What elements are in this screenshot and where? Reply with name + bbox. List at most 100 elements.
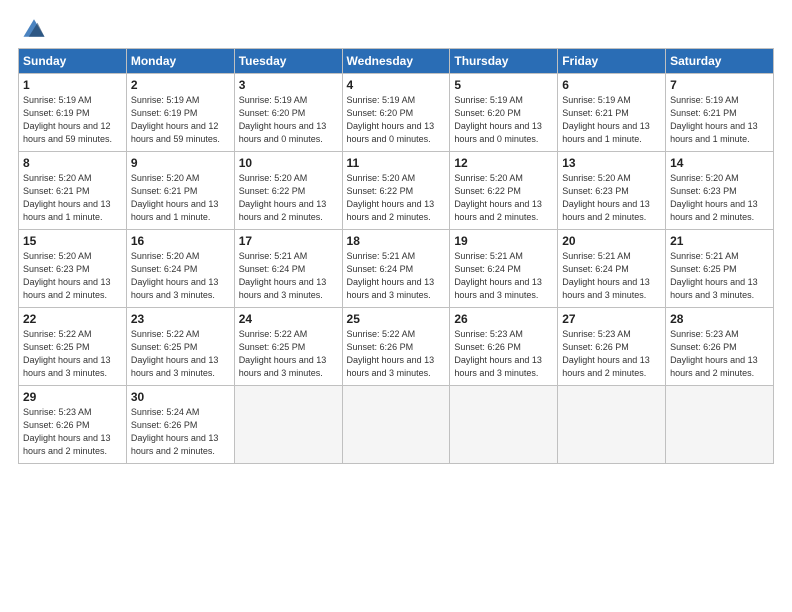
day-number: 13: [562, 156, 661, 170]
day-number: 10: [239, 156, 338, 170]
day-cell: 8 Sunrise: 5:20 AMSunset: 6:21 PMDaylight…: [19, 152, 127, 230]
day-number: 28: [670, 312, 769, 326]
empty-cell: [342, 386, 450, 464]
day-info: Sunrise: 5:21 AMSunset: 6:24 PMDaylight …: [454, 250, 553, 302]
day-cell: 27 Sunrise: 5:23 AMSunset: 6:26 PMDayligh…: [558, 308, 666, 386]
day-cell: 18 Sunrise: 5:21 AMSunset: 6:24 PMDayligh…: [342, 230, 450, 308]
day-info: Sunrise: 5:20 AMSunset: 6:22 PMDaylight …: [347, 172, 446, 224]
day-number: 1: [23, 78, 122, 92]
day-info: Sunrise: 5:23 AMSunset: 6:26 PMDaylight …: [23, 406, 122, 458]
day-info: Sunrise: 5:20 AMSunset: 6:23 PMDaylight …: [23, 250, 122, 302]
day-info: Sunrise: 5:20 AMSunset: 6:24 PMDaylight …: [131, 250, 230, 302]
day-info: Sunrise: 5:22 AMSunset: 6:25 PMDaylight …: [239, 328, 338, 380]
col-header-thursday: Thursday: [450, 49, 558, 74]
day-number: 14: [670, 156, 769, 170]
day-number: 29: [23, 390, 122, 404]
day-number: 27: [562, 312, 661, 326]
day-cell: 12 Sunrise: 5:20 AMSunset: 6:22 PMDayligh…: [450, 152, 558, 230]
day-info: Sunrise: 5:20 AMSunset: 6:22 PMDaylight …: [239, 172, 338, 224]
day-number: 21: [670, 234, 769, 248]
day-cell: 9 Sunrise: 5:20 AMSunset: 6:21 PMDaylight…: [126, 152, 234, 230]
day-number: 2: [131, 78, 230, 92]
day-number: 22: [23, 312, 122, 326]
page: SundayMondayTuesdayWednesdayThursdayFrid…: [0, 0, 792, 612]
day-number: 25: [347, 312, 446, 326]
day-cell: 25 Sunrise: 5:22 AMSunset: 6:26 PMDayligh…: [342, 308, 450, 386]
day-number: 11: [347, 156, 446, 170]
day-info: Sunrise: 5:20 AMSunset: 6:22 PMDaylight …: [454, 172, 553, 224]
day-info: Sunrise: 5:19 AMSunset: 6:19 PMDaylight …: [131, 94, 230, 146]
day-info: Sunrise: 5:21 AMSunset: 6:25 PMDaylight …: [670, 250, 769, 302]
day-info: Sunrise: 5:22 AMSunset: 6:26 PMDaylight …: [347, 328, 446, 380]
day-cell: 28 Sunrise: 5:23 AMSunset: 6:26 PMDayligh…: [666, 308, 774, 386]
day-number: 15: [23, 234, 122, 248]
day-cell: 17 Sunrise: 5:21 AMSunset: 6:24 PMDayligh…: [234, 230, 342, 308]
day-info: Sunrise: 5:21 AMSunset: 6:24 PMDaylight …: [239, 250, 338, 302]
day-number: 5: [454, 78, 553, 92]
col-header-wednesday: Wednesday: [342, 49, 450, 74]
day-info: Sunrise: 5:24 AMSunset: 6:26 PMDaylight …: [131, 406, 230, 458]
day-cell: 13 Sunrise: 5:20 AMSunset: 6:23 PMDayligh…: [558, 152, 666, 230]
day-cell: 26Sunrise: 5:23 AMSunset: 6:26 PMDayligh…: [450, 308, 558, 386]
day-info: Sunrise: 5:21 AMSunset: 6:24 PMDaylight …: [347, 250, 446, 302]
day-cell: 15 Sunrise: 5:20 AMSunset: 6:23 PMDayligh…: [19, 230, 127, 308]
day-info: Sunrise: 5:19 AMSunset: 6:20 PMDaylight …: [239, 94, 338, 146]
day-info: Sunrise: 5:22 AMSunset: 6:25 PMDaylight …: [23, 328, 122, 380]
col-header-friday: Friday: [558, 49, 666, 74]
day-number: 20: [562, 234, 661, 248]
calendar-week-row: 15 Sunrise: 5:20 AMSunset: 6:23 PMDayligh…: [19, 230, 774, 308]
day-number: 19: [454, 234, 553, 248]
day-cell: 16 Sunrise: 5:20 AMSunset: 6:24 PMDayligh…: [126, 230, 234, 308]
header: [18, 10, 774, 42]
day-cell: 4Sunrise: 5:19 AMSunset: 6:20 PMDaylight…: [342, 74, 450, 152]
day-number: 8: [23, 156, 122, 170]
day-number: 3: [239, 78, 338, 92]
day-cell: 5 Sunrise: 5:19 AMSunset: 6:20 PMDaylight…: [450, 74, 558, 152]
calendar-table: SundayMondayTuesdayWednesdayThursdayFrid…: [18, 48, 774, 464]
day-info: Sunrise: 5:23 AMSunset: 6:26 PMDaylight …: [670, 328, 769, 380]
day-cell: 1 Sunrise: 5:19 AMSunset: 6:19 PMDaylight…: [19, 74, 127, 152]
day-info: Sunrise: 5:23 AMSunset: 6:26 PMDaylight …: [562, 328, 661, 380]
day-number: 30: [131, 390, 230, 404]
day-number: 16: [131, 234, 230, 248]
col-header-sunday: Sunday: [19, 49, 127, 74]
day-cell: 11 Sunrise: 5:20 AMSunset: 6:22 PMDayligh…: [342, 152, 450, 230]
calendar-week-row: 1 Sunrise: 5:19 AMSunset: 6:19 PMDaylight…: [19, 74, 774, 152]
day-info: Sunrise: 5:19 AMSunset: 6:21 PMDaylight …: [670, 94, 769, 146]
day-number: 12: [454, 156, 553, 170]
day-info: Sunrise: 5:21 AMSunset: 6:24 PMDaylight …: [562, 250, 661, 302]
day-number: 7: [670, 78, 769, 92]
day-cell: 6 Sunrise: 5:19 AMSunset: 6:21 PMDaylight…: [558, 74, 666, 152]
day-number: 6: [562, 78, 661, 92]
day-cell: 19 Sunrise: 5:21 AMSunset: 6:24 PMDayligh…: [450, 230, 558, 308]
day-info: Sunrise: 5:23 AMSunset: 6:26 PMDaylight …: [454, 328, 553, 380]
empty-cell: [450, 386, 558, 464]
day-info: Sunrise: 5:20 AMSunset: 6:21 PMDaylight …: [131, 172, 230, 224]
calendar-week-row: 22 Sunrise: 5:22 AMSunset: 6:25 PMDayligh…: [19, 308, 774, 386]
calendar-week-row: 8 Sunrise: 5:20 AMSunset: 6:21 PMDaylight…: [19, 152, 774, 230]
day-info: Sunrise: 5:20 AMSunset: 6:21 PMDaylight …: [23, 172, 122, 224]
day-cell: 2 Sunrise: 5:19 AMSunset: 6:19 PMDaylight…: [126, 74, 234, 152]
col-header-tuesday: Tuesday: [234, 49, 342, 74]
empty-cell: [558, 386, 666, 464]
day-cell: 24Sunrise: 5:22 AMSunset: 6:25 PMDayligh…: [234, 308, 342, 386]
col-header-saturday: Saturday: [666, 49, 774, 74]
empty-cell: [234, 386, 342, 464]
day-cell: 21 Sunrise: 5:21 AMSunset: 6:25 PMDayligh…: [666, 230, 774, 308]
day-cell: 22 Sunrise: 5:22 AMSunset: 6:25 PMDayligh…: [19, 308, 127, 386]
general-blue-logo-icon: [20, 14, 48, 42]
day-info: Sunrise: 5:19 AMSunset: 6:20 PMDaylight …: [454, 94, 553, 146]
col-header-monday: Monday: [126, 49, 234, 74]
logo: [18, 14, 48, 42]
day-info: Sunrise: 5:20 AMSunset: 6:23 PMDaylight …: [670, 172, 769, 224]
day-info: Sunrise: 5:19 AMSunset: 6:19 PMDaylight …: [23, 94, 122, 146]
day-number: 18: [347, 234, 446, 248]
day-cell: 10 Sunrise: 5:20 AMSunset: 6:22 PMDayligh…: [234, 152, 342, 230]
day-info: Sunrise: 5:20 AMSunset: 6:23 PMDaylight …: [562, 172, 661, 224]
day-number: 9: [131, 156, 230, 170]
day-info: Sunrise: 5:19 AMSunset: 6:21 PMDaylight …: [562, 94, 661, 146]
day-number: 17: [239, 234, 338, 248]
day-cell: 3 Sunrise: 5:19 AMSunset: 6:20 PMDaylight…: [234, 74, 342, 152]
day-cell: 14 Sunrise: 5:20 AMSunset: 6:23 PMDayligh…: [666, 152, 774, 230]
day-number: 4: [347, 78, 446, 92]
